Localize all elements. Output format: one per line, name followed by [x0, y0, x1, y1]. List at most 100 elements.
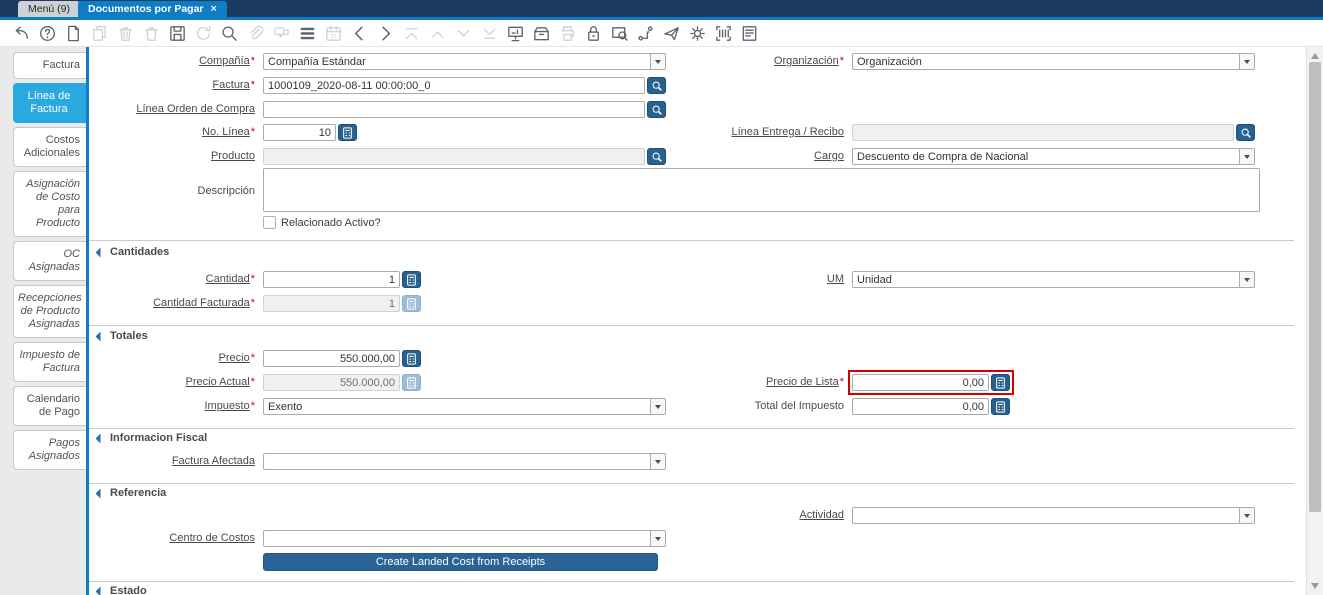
collapse-icon[interactable] — [95, 247, 106, 257]
window-tabbar: Menú (9) Documentos por Pagar × — [0, 0, 1323, 17]
no-linea-input[interactable] — [263, 124, 336, 141]
find-icon[interactable] — [216, 22, 242, 44]
close-icon[interactable]: × — [211, 3, 217, 15]
record-search-button[interactable] — [647, 77, 666, 94]
factura-field-group — [263, 77, 666, 94]
um-input[interactable] — [852, 271, 1239, 288]
field-label-compania: Compañía* — [198, 55, 255, 67]
field-label-precio-actual: Precio Actual* — [185, 376, 255, 388]
field-label-producto: Producto — [210, 150, 255, 162]
centro-de-costos-input[interactable] — [263, 530, 650, 547]
sidebar-tab-impuesto-de-factura[interactable]: Impuesto de Factura — [13, 342, 86, 382]
record-search-button[interactable] — [647, 101, 666, 118]
required-marker: * — [250, 55, 255, 67]
field-label-precio: Precio* — [218, 352, 255, 364]
calculator-button[interactable] — [991, 398, 1010, 415]
save-icon[interactable] — [164, 22, 190, 44]
help-icon[interactable] — [34, 22, 60, 44]
chevron-down-icon[interactable] — [650, 453, 666, 470]
compania-input[interactable] — [263, 53, 650, 70]
section-totales[interactable]: Totales — [95, 330, 148, 342]
cantidad-facturada-input — [263, 295, 400, 312]
factura-input[interactable] — [263, 77, 645, 94]
calculator-button[interactable] — [402, 350, 421, 367]
precio-de-lista-input[interactable] — [852, 374, 989, 391]
precio-field-group — [263, 350, 421, 367]
actividad-combobox — [852, 507, 1255, 524]
chevron-down-icon[interactable] — [1239, 53, 1255, 70]
workflow-icon[interactable] — [632, 22, 658, 44]
product-info-icon[interactable] — [710, 22, 736, 44]
last-record-icon — [476, 22, 502, 44]
relacionado-activo-checkbox[interactable] — [263, 216, 276, 229]
collapse-icon[interactable] — [95, 331, 106, 341]
field-label-linea-entrega-recibo: Línea Entrega / Recibo — [731, 126, 844, 138]
calculator-button[interactable] — [991, 374, 1010, 391]
field-label-actividad: Actividad — [799, 509, 844, 521]
next-record-icon — [450, 22, 476, 44]
lock-icon[interactable] — [580, 22, 606, 44]
report-icon[interactable] — [502, 22, 528, 44]
actividad-input[interactable] — [852, 507, 1239, 524]
organizacion-input[interactable] — [852, 53, 1239, 70]
precio-input[interactable] — [263, 350, 400, 367]
detail-record-icon[interactable] — [372, 22, 398, 44]
tab-documentos-por-pagar[interactable]: Documentos por Pagar × — [78, 1, 227, 17]
calculator-button[interactable] — [402, 271, 421, 288]
undo-icon[interactable] — [8, 22, 34, 44]
collapse-icon[interactable] — [95, 433, 106, 443]
refresh-icon — [190, 22, 216, 44]
grid-toggle-icon[interactable] — [294, 22, 320, 44]
preferences-icon[interactable] — [684, 22, 710, 44]
sidebar-tab-factura[interactable]: Factura — [13, 52, 86, 79]
cantidad-input[interactable] — [263, 271, 400, 288]
field-label-precio-de-lista: Precio de Lista* — [765, 376, 844, 388]
chevron-down-icon[interactable] — [1239, 148, 1255, 165]
required-marker: * — [250, 297, 255, 309]
cargo-input[interactable] — [852, 148, 1239, 165]
sidebar-tab-asignacion-de-costo[interactable]: Asignación de Costo para Producto — [13, 171, 86, 237]
section-referencia[interactable]: Referencia — [95, 487, 166, 499]
scroll-up-icon[interactable] — [1311, 53, 1319, 59]
descripcion-textarea[interactable] — [263, 168, 1260, 212]
scroll-down-icon[interactable] — [1311, 583, 1319, 589]
scrollbar-thumb[interactable] — [1309, 62, 1321, 512]
section-cantidades[interactable]: Cantidades — [95, 246, 169, 258]
precio-de-lista-field-group-highlighted — [848, 370, 1014, 395]
vertical-scrollbar[interactable] — [1306, 47, 1323, 595]
chevron-down-icon[interactable] — [1239, 507, 1255, 524]
factura-afectada-combobox — [263, 453, 666, 470]
tab-sidebar: Factura Línea de Factura Costos Adiciona… — [0, 47, 86, 595]
sidebar-tab-linea-de-factura[interactable]: Línea de Factura — [13, 83, 86, 123]
field-label-cantidad: Cantidad* — [205, 273, 255, 285]
create-landed-cost-button[interactable]: Create Landed Cost from Receipts — [263, 553, 658, 571]
total-del-impuesto-input[interactable] — [852, 398, 989, 415]
field-label-factura-afectada: Factura Afectada — [171, 455, 255, 467]
collapse-icon[interactable] — [95, 586, 106, 595]
print-preview-icon[interactable] — [736, 22, 762, 44]
collapse-icon[interactable] — [95, 488, 106, 498]
toolbar: 31 — [0, 20, 1323, 47]
zoom-across-icon[interactable] — [606, 22, 632, 44]
impuesto-input[interactable] — [263, 398, 650, 415]
calculator-button[interactable] — [338, 124, 357, 141]
parent-record-icon[interactable] — [346, 22, 372, 44]
new-record-icon[interactable] — [60, 22, 86, 44]
chevron-down-icon[interactable] — [1239, 271, 1255, 288]
sidebar-tab-oc-asignadas[interactable]: OC Asignadas — [13, 241, 86, 281]
record-search-button[interactable] — [1236, 124, 1255, 141]
sidebar-tab-pagos-asignados[interactable]: Pagos Asignados — [13, 430, 86, 470]
delete-selection-icon — [138, 22, 164, 44]
section-informacion-fiscal[interactable]: Informacion Fiscal — [95, 432, 207, 444]
chevron-down-icon[interactable] — [650, 530, 666, 547]
tab-doc-label: Documentos por Pagar — [88, 3, 204, 15]
archive-icon[interactable] — [528, 22, 554, 44]
section-estado[interactable]: Estado — [95, 585, 147, 595]
tab-menu[interactable]: Menú (9) — [18, 1, 81, 17]
sidebar-tab-costos-adicionales[interactable]: Costos Adicionales — [13, 127, 86, 167]
send-mail-icon[interactable] — [658, 22, 684, 44]
sidebar-tab-calendario-de-pago[interactable]: Calendario de Pago — [13, 386, 86, 426]
linea-orden-compra-input[interactable] — [263, 101, 645, 118]
sidebar-tab-recepciones[interactable]: Recepciones de Producto Asignadas — [13, 285, 86, 338]
factura-afectada-input[interactable] — [263, 453, 650, 470]
